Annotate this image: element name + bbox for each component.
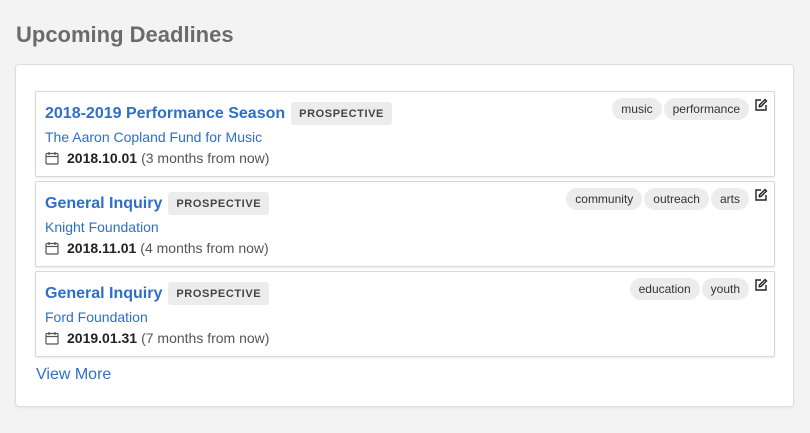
status-badge: PROSPECTIVE: [168, 192, 270, 215]
edit-icon[interactable]: [754, 278, 768, 292]
tag[interactable]: community: [566, 188, 643, 210]
deadlines-panel: 2018-2019 Performance Season PROSPECTIVE…: [15, 64, 794, 407]
view-more-link[interactable]: View More: [36, 366, 111, 384]
deadline-date-row: 2018.10.01 (3 months from now): [45, 150, 269, 166]
deadline-date-row: 2018.11.01 (4 months from now): [45, 240, 269, 256]
tag[interactable]: music: [612, 98, 662, 120]
deadline-relative-time: (4 months from now): [140, 240, 269, 256]
edit-icon[interactable]: [754, 98, 768, 112]
organization-link[interactable]: The Aaron Copland Fund for Music: [45, 129, 262, 145]
edit-icon[interactable]: [754, 188, 768, 202]
page-title: Upcoming Deadlines: [16, 22, 234, 47]
tag-list: community outreach arts: [564, 188, 749, 210]
deadline-card: General Inquiry PROSPECTIVE Ford Foundat…: [35, 271, 775, 357]
tag-list: music performance: [610, 98, 749, 120]
status-badge: PROSPECTIVE: [168, 282, 270, 305]
deadline-relative-time: (7 months from now): [141, 330, 270, 346]
deadline-relative-time: (3 months from now): [141, 150, 270, 166]
card-header: 2018-2019 Performance Season PROSPECTIVE: [45, 102, 392, 125]
tag[interactable]: education: [629, 278, 700, 300]
deadline-card: General Inquiry PROSPECTIVE Knight Found…: [35, 181, 775, 267]
calendar-icon: [45, 332, 59, 345]
deadline-card: 2018-2019 Performance Season PROSPECTIVE…: [35, 91, 775, 177]
card-header: General Inquiry PROSPECTIVE: [45, 192, 270, 215]
organization-link[interactable]: Knight Foundation: [45, 219, 159, 235]
organization-link[interactable]: Ford Foundation: [45, 309, 148, 325]
tag[interactable]: performance: [663, 98, 749, 120]
tag-list: education youth: [628, 278, 749, 300]
deadline-title-link[interactable]: General Inquiry: [45, 195, 162, 213]
card-header: General Inquiry PROSPECTIVE: [45, 282, 270, 305]
tag[interactable]: outreach: [644, 188, 709, 210]
tag[interactable]: youth: [701, 278, 749, 300]
deadline-date-row: 2019.01.31 (7 months from now): [45, 330, 269, 346]
status-badge: PROSPECTIVE: [291, 102, 392, 125]
deadline-title-link[interactable]: General Inquiry: [45, 285, 162, 303]
deadline-date: 2018.11.01: [67, 240, 137, 256]
deadline-date: 2019.01.31: [67, 330, 138, 346]
calendar-icon: [45, 242, 59, 255]
deadline-date: 2018.10.01: [67, 150, 138, 166]
deadline-title-link[interactable]: 2018-2019 Performance Season: [45, 105, 285, 123]
calendar-icon: [45, 152, 59, 165]
tag[interactable]: arts: [710, 188, 749, 210]
